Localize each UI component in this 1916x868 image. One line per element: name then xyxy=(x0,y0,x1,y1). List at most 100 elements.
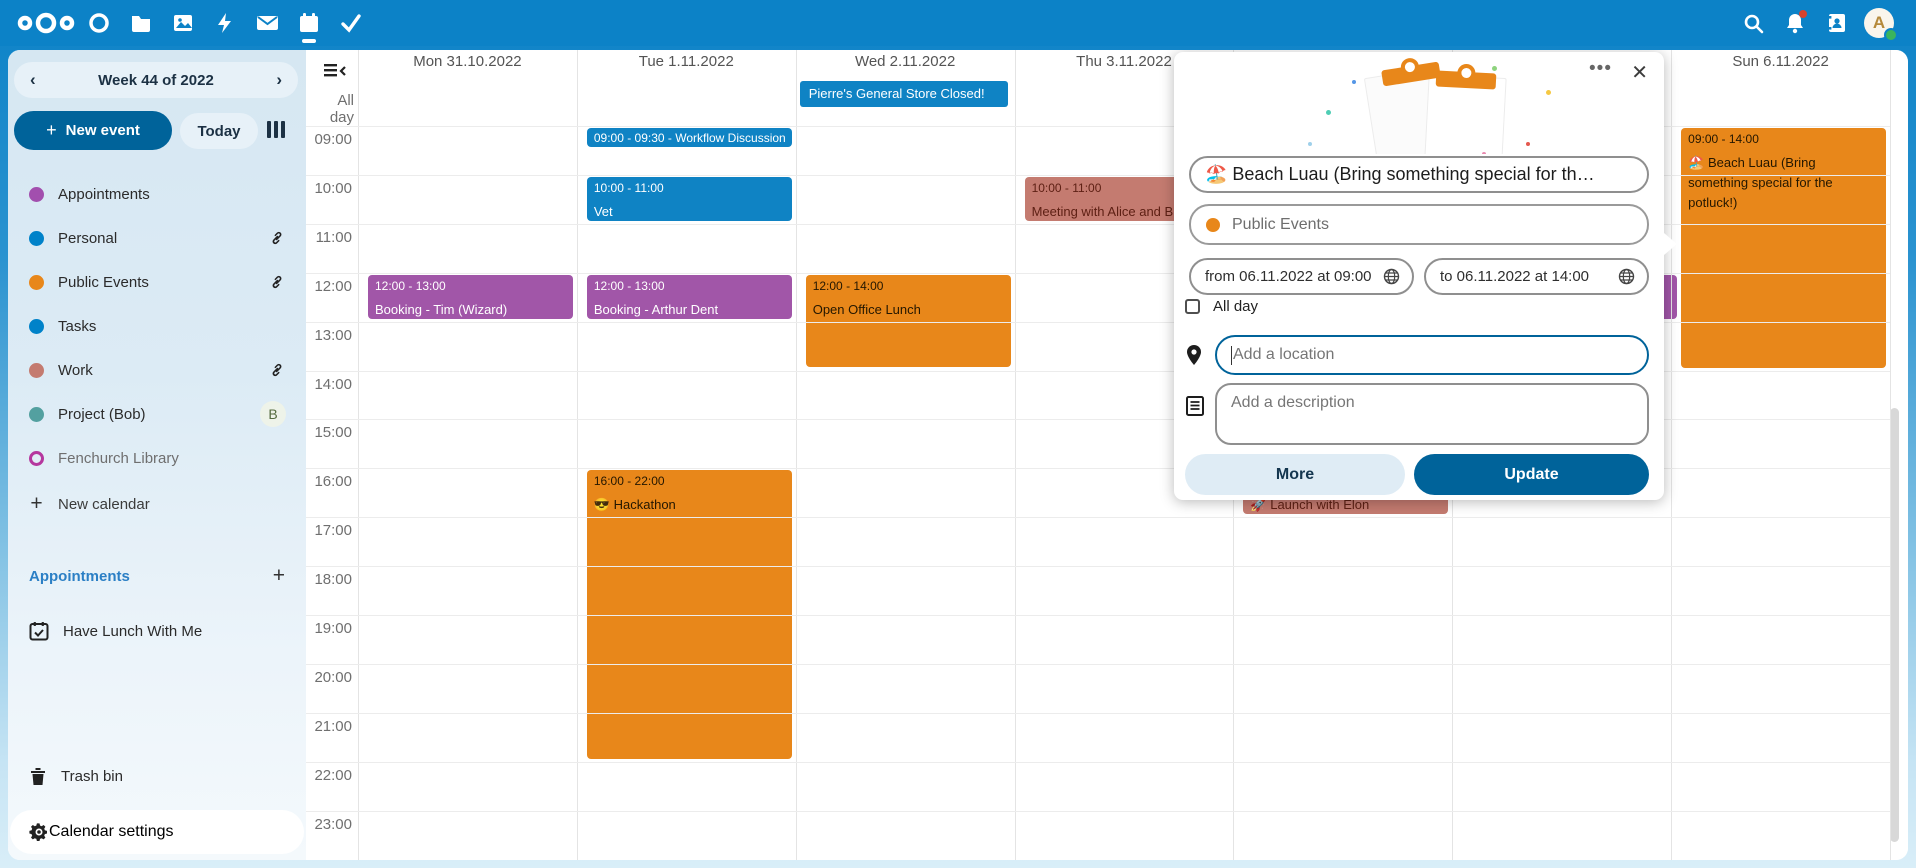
event-title: Booking - Tim (Wizard) xyxy=(375,300,566,319)
new-calendar-button[interactable]: + New calendar xyxy=(8,482,306,526)
sidebar-calendar-appointments[interactable]: Appointments xyxy=(8,172,306,216)
time-axis-label: 10:00 xyxy=(308,180,352,197)
avatar-letter: A xyxy=(1873,13,1885,33)
mail-app-icon[interactable] xyxy=(246,0,288,46)
share-link-icon[interactable] xyxy=(268,273,286,291)
day-header[interactable]: Tue 1.11.2022 xyxy=(577,53,796,75)
checkbox-box xyxy=(1185,299,1200,314)
end-date-input[interactable]: to 06.11.2022 at 14:00 xyxy=(1424,258,1649,295)
calendar-label: Personal xyxy=(58,230,268,247)
calendar-label: Work xyxy=(58,362,268,379)
calendar-app-icon[interactable] xyxy=(288,0,330,46)
time-axis-label: 14:00 xyxy=(308,376,352,393)
all-day-label: All day xyxy=(310,92,354,126)
calendar-event[interactable]: 09:00 - 14:00🏖️ Beach Luau (Bring someth… xyxy=(1681,128,1886,368)
time-axis-label: 22:00 xyxy=(308,767,352,784)
add-appointment-config-button[interactable]: + xyxy=(273,564,285,588)
calendar-event[interactable]: 09:00 - 09:30 - Workflow Discussion xyxy=(587,128,792,147)
calendar-event[interactable]: 10:00 - 11:00Vet xyxy=(587,177,792,221)
time-axis-label: 19:00 xyxy=(308,620,352,637)
new-event-button[interactable]: + New event xyxy=(14,111,172,150)
time-axis-label: 09:00 xyxy=(308,131,352,148)
hour-gridline xyxy=(306,566,1890,567)
column-border xyxy=(1671,50,1672,860)
avatar[interactable]: A xyxy=(1858,0,1900,46)
event-time: 16:00 - 22:00 xyxy=(594,474,785,488)
update-button[interactable]: Update xyxy=(1414,454,1649,495)
nextcloud-logo[interactable] xyxy=(14,0,78,46)
allday-event[interactable]: Pierre's General Store Closed! xyxy=(800,81,1008,107)
column-border xyxy=(1890,50,1891,860)
event-time: 12:00 - 14:00 xyxy=(813,279,1004,293)
notification-badge xyxy=(1799,10,1807,18)
calendar-label: Public Events xyxy=(58,274,268,291)
calendar-label: Tasks xyxy=(58,318,286,335)
time-axis-label: 13:00 xyxy=(308,327,352,344)
event-title: 😎 Hackathon xyxy=(594,495,785,515)
photos-app-icon[interactable] xyxy=(162,0,204,46)
day-header[interactable]: Wed 2.11.2022 xyxy=(796,53,1015,75)
calendar-event[interactable]: 12:00 - 13:00Booking - Tim (Wizard) xyxy=(368,275,573,319)
sidebar-calendar-public-events[interactable]: Public Events xyxy=(8,260,306,304)
location-input[interactable]: Add a location xyxy=(1215,335,1649,375)
trash-bin-item[interactable]: Trash bin xyxy=(8,754,306,798)
collapse-allday-icon[interactable] xyxy=(324,64,346,83)
sidebar-calendar-fenchurch-library[interactable]: Fenchurch Library xyxy=(8,436,306,480)
plus-icon: + xyxy=(46,120,57,141)
calendar-settings-button[interactable]: Calendar settings xyxy=(10,810,304,854)
gear-icon xyxy=(29,822,49,842)
column-border xyxy=(796,50,797,860)
calendar-label: Project (Bob) xyxy=(58,406,260,423)
calendar-color-dot xyxy=(1206,218,1220,232)
today-button[interactable]: Today xyxy=(180,113,258,149)
calendar-picker[interactable]: Public Events xyxy=(1189,204,1649,245)
sidebar-calendar-work[interactable]: Work xyxy=(8,348,306,392)
event-title: Booking - Arthur Dent xyxy=(594,300,785,319)
description-input[interactable]: Add a description xyxy=(1215,383,1649,445)
contacts-icon[interactable] xyxy=(1816,0,1858,46)
shared-by-avatar: B xyxy=(260,401,286,427)
time-axis-label: 23:00 xyxy=(308,816,352,833)
previous-week-button[interactable]: ‹ xyxy=(30,70,36,90)
event-title-input[interactable]: 🏖️ Beach Luau (Bring something special f… xyxy=(1189,156,1649,193)
column-border xyxy=(1015,50,1016,860)
sidebar-calendar-personal[interactable]: Personal xyxy=(8,216,306,260)
view-switcher-icon[interactable] xyxy=(267,121,285,138)
time-axis-label: 11:00 xyxy=(308,229,352,246)
calendar-event[interactable]: 12:00 - 13:00Booking - Arthur Dent xyxy=(587,275,792,319)
day-header[interactable]: Mon 31.10.2022 xyxy=(358,53,577,75)
hour-gridline xyxy=(306,517,1890,518)
day-header[interactable]: Sun 6.11.2022 xyxy=(1671,53,1890,75)
calendar-color-dot xyxy=(29,231,44,246)
circle-app-icon[interactable] xyxy=(78,0,120,46)
sidebar-calendar-project-bob-[interactable]: Project (Bob)B xyxy=(8,392,306,436)
vertical-scrollbar[interactable] xyxy=(1890,408,1899,842)
search-icon[interactable] xyxy=(1732,0,1774,46)
calendar-color-dot xyxy=(29,275,44,290)
event-time: 10:00 - 11:00 xyxy=(594,181,785,195)
app-menu xyxy=(0,0,372,46)
time-axis-label: 18:00 xyxy=(308,571,352,588)
share-link-icon[interactable] xyxy=(268,361,286,379)
all-day-checkbox[interactable]: All day xyxy=(1185,298,1258,315)
week-grid: All day 09:00 - 09:30 - Workflow Discuss… xyxy=(306,50,1908,860)
start-date-input[interactable]: from 06.11.2022 at 09:00 xyxy=(1189,258,1414,295)
plus-icon: + xyxy=(29,492,44,516)
column-border xyxy=(577,50,578,860)
trash-icon xyxy=(29,766,47,786)
notifications-bell-icon[interactable] xyxy=(1774,0,1816,46)
share-link-icon[interactable] xyxy=(268,229,286,247)
activity-app-icon[interactable] xyxy=(204,0,246,46)
description-icon xyxy=(1186,396,1204,416)
calendar-check-icon xyxy=(29,621,49,641)
hour-gridline xyxy=(306,664,1890,665)
files-app-icon[interactable] xyxy=(120,0,162,46)
topbar-right: A xyxy=(1732,0,1916,46)
sidebar-calendar-tasks[interactable]: Tasks xyxy=(8,304,306,348)
next-week-button[interactable]: › xyxy=(276,70,282,90)
appointment-item-have-lunch[interactable]: Have Lunch With Me xyxy=(8,609,306,653)
active-app-indicator xyxy=(302,39,316,43)
tasks-app-icon[interactable] xyxy=(330,0,372,46)
more-button[interactable]: More xyxy=(1185,454,1405,495)
hour-gridline xyxy=(306,762,1890,763)
